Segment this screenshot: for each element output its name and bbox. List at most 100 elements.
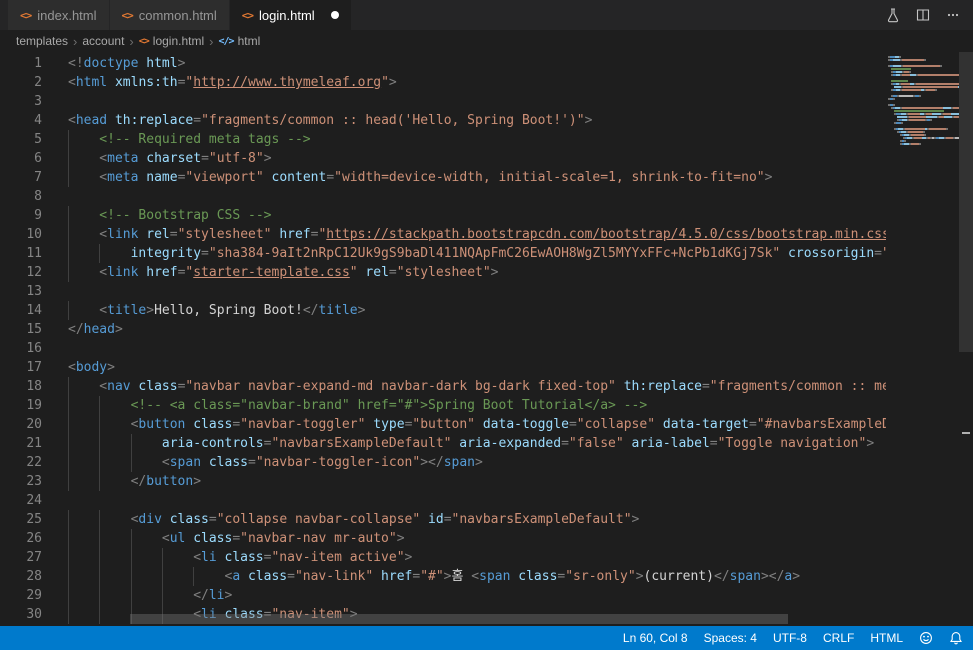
line-number[interactable]: 10 (0, 225, 42, 244)
code-line: 4 <head th:replace="fragments/common :: h… (0, 111, 886, 130)
minimap-line (888, 65, 959, 67)
cursor-position[interactable]: Ln 60, Col 8 (623, 631, 688, 645)
line-number[interactable]: 15 (0, 320, 42, 339)
code-line: 7 <meta name="viewport" content="width=de… (0, 168, 886, 187)
line-number[interactable]: 6 (0, 149, 42, 168)
breadcrumb-item-html[interactable]: </> html (219, 34, 261, 48)
line-number[interactable]: 8 (0, 187, 42, 206)
chevron-right-icon: › (209, 33, 214, 49)
overview-ruler-cursor-mark (962, 432, 970, 434)
indent-guide (68, 510, 99, 529)
breadcrumb-label: html (237, 34, 261, 48)
code-line: 16 (0, 339, 886, 358)
editor[interactable]: 1 <!doctype html> 2 <html xmlns:th="http://… (0, 52, 973, 626)
breadcrumb-item-templates[interactable]: templates (16, 34, 68, 48)
line-number[interactable]: 24 (0, 491, 42, 510)
minimap-line (888, 137, 959, 139)
line-number[interactable]: 27 (0, 548, 42, 567)
line-number[interactable]: 2 (0, 73, 42, 92)
language-mode[interactable]: HTML (870, 631, 903, 645)
status-bar-right: Ln 60, Col 8 Spaces: 4 UTF-8 CRLF HTML (623, 631, 963, 645)
minimap-line (888, 86, 959, 88)
code-line: 13 (0, 282, 886, 301)
beaker-icon[interactable] (885, 7, 901, 23)
indent-guide (68, 548, 99, 567)
html-file-icon: <> (241, 8, 254, 22)
line-number[interactable]: 19 (0, 396, 42, 415)
minimap-line (888, 113, 959, 115)
indent-guide (68, 206, 99, 225)
line-content: <nav class="navbar navbar-expand-md navb… (68, 377, 886, 396)
line-content: <!-- <a class="navbar-brand" href="#">Sp… (68, 396, 647, 415)
code-line: 12 <link href="starter-template.css" rel=… (0, 263, 886, 282)
minimap-line (888, 131, 959, 133)
minimap-line (888, 107, 959, 109)
chevron-right-icon: › (73, 33, 78, 49)
tab-login-html[interactable]: <> login.html (229, 0, 352, 30)
line-number[interactable]: 30 (0, 605, 42, 624)
indent-guide (99, 548, 130, 567)
line-number[interactable]: 20 (0, 415, 42, 434)
breadcrumb-label: account (82, 34, 125, 48)
code-line: 20 <button class="navbar-toggler" type="b… (0, 415, 886, 434)
breadcrumb-item-account[interactable]: account (82, 34, 124, 48)
line-number[interactable]: 14 (0, 301, 42, 320)
encoding[interactable]: UTF-8 (773, 631, 807, 645)
line-number[interactable]: 12 (0, 263, 42, 282)
line-number[interactable]: 22 (0, 453, 42, 472)
notifications-bell-icon[interactable] (949, 631, 963, 645)
indent-guide (99, 396, 130, 415)
indent-guide (68, 472, 99, 491)
code-line: 9 <!-- Bootstrap CSS --> (0, 206, 886, 225)
line-content: aria-controls="navbarsExampleDefault" ar… (68, 434, 874, 453)
code-line: 26 <ul class="navbar-nav mr-auto"> (0, 529, 886, 548)
breadcrumb-item-login-html[interactable]: <> login.html (139, 34, 204, 48)
code-line: 14 <title>Hello, Spring Boot!</title> (0, 301, 886, 320)
tab-common-html[interactable]: <> common.html (109, 0, 230, 30)
horizontal-scrollbar-thumb[interactable] (130, 614, 788, 624)
indent-guide (68, 244, 99, 263)
line-number[interactable]: 16 (0, 339, 42, 358)
tab-index-html[interactable]: <> index.html (8, 0, 110, 30)
feedback-smiley-icon[interactable] (919, 631, 933, 645)
indent-guide (68, 415, 99, 434)
code-line: 21 aria-controls="navbarsExampleDefault" … (0, 434, 886, 453)
indent-guide (130, 434, 162, 453)
minimap-line (888, 140, 959, 142)
line-number[interactable]: 1 (0, 54, 42, 73)
split-editor-icon[interactable] (915, 7, 931, 23)
more-actions-icon[interactable] (945, 7, 961, 23)
indent-guide (130, 548, 162, 567)
eol-sequence[interactable]: CRLF (823, 631, 854, 645)
line-number[interactable]: 29 (0, 586, 42, 605)
line-number[interactable]: 4 (0, 111, 42, 130)
modified-indicator[interactable] (330, 11, 339, 19)
vertical-scrollbar[interactable] (959, 52, 973, 626)
status-bar: Ln 60, Col 8 Spaces: 4 UTF-8 CRLF HTML (0, 626, 973, 650)
code-line: 17 <body> (0, 358, 886, 377)
minimap-line (888, 80, 959, 82)
line-number[interactable]: 13 (0, 282, 42, 301)
indent-guide (161, 548, 193, 567)
line-number[interactable]: 21 (0, 434, 42, 453)
indentation-setting[interactable]: Spaces: 4 (704, 631, 757, 645)
line-number[interactable]: 9 (0, 206, 42, 225)
line-number[interactable]: 17 (0, 358, 42, 377)
line-number[interactable]: 26 (0, 529, 42, 548)
line-number[interactable]: 18 (0, 377, 42, 396)
line-number[interactable]: 23 (0, 472, 42, 491)
breadcrumb-label: templates (16, 34, 69, 48)
line-number[interactable]: 7 (0, 168, 42, 187)
line-number[interactable]: 5 (0, 130, 42, 149)
line-number[interactable]: 28 (0, 567, 42, 586)
code-line: 24 (0, 491, 886, 510)
line-number[interactable]: 25 (0, 510, 42, 529)
minimap-line (888, 92, 959, 94)
line-content: <!doctype html> (68, 56, 186, 71)
line-number[interactable]: 3 (0, 92, 42, 111)
minimap-line (888, 134, 959, 136)
code-area[interactable]: 1 <!doctype html> 2 <html xmlns:th="http://… (0, 54, 886, 624)
vertical-scrollbar-thumb[interactable] (959, 52, 973, 352)
line-number[interactable]: 11 (0, 244, 42, 263)
minimap[interactable] (888, 54, 959, 610)
